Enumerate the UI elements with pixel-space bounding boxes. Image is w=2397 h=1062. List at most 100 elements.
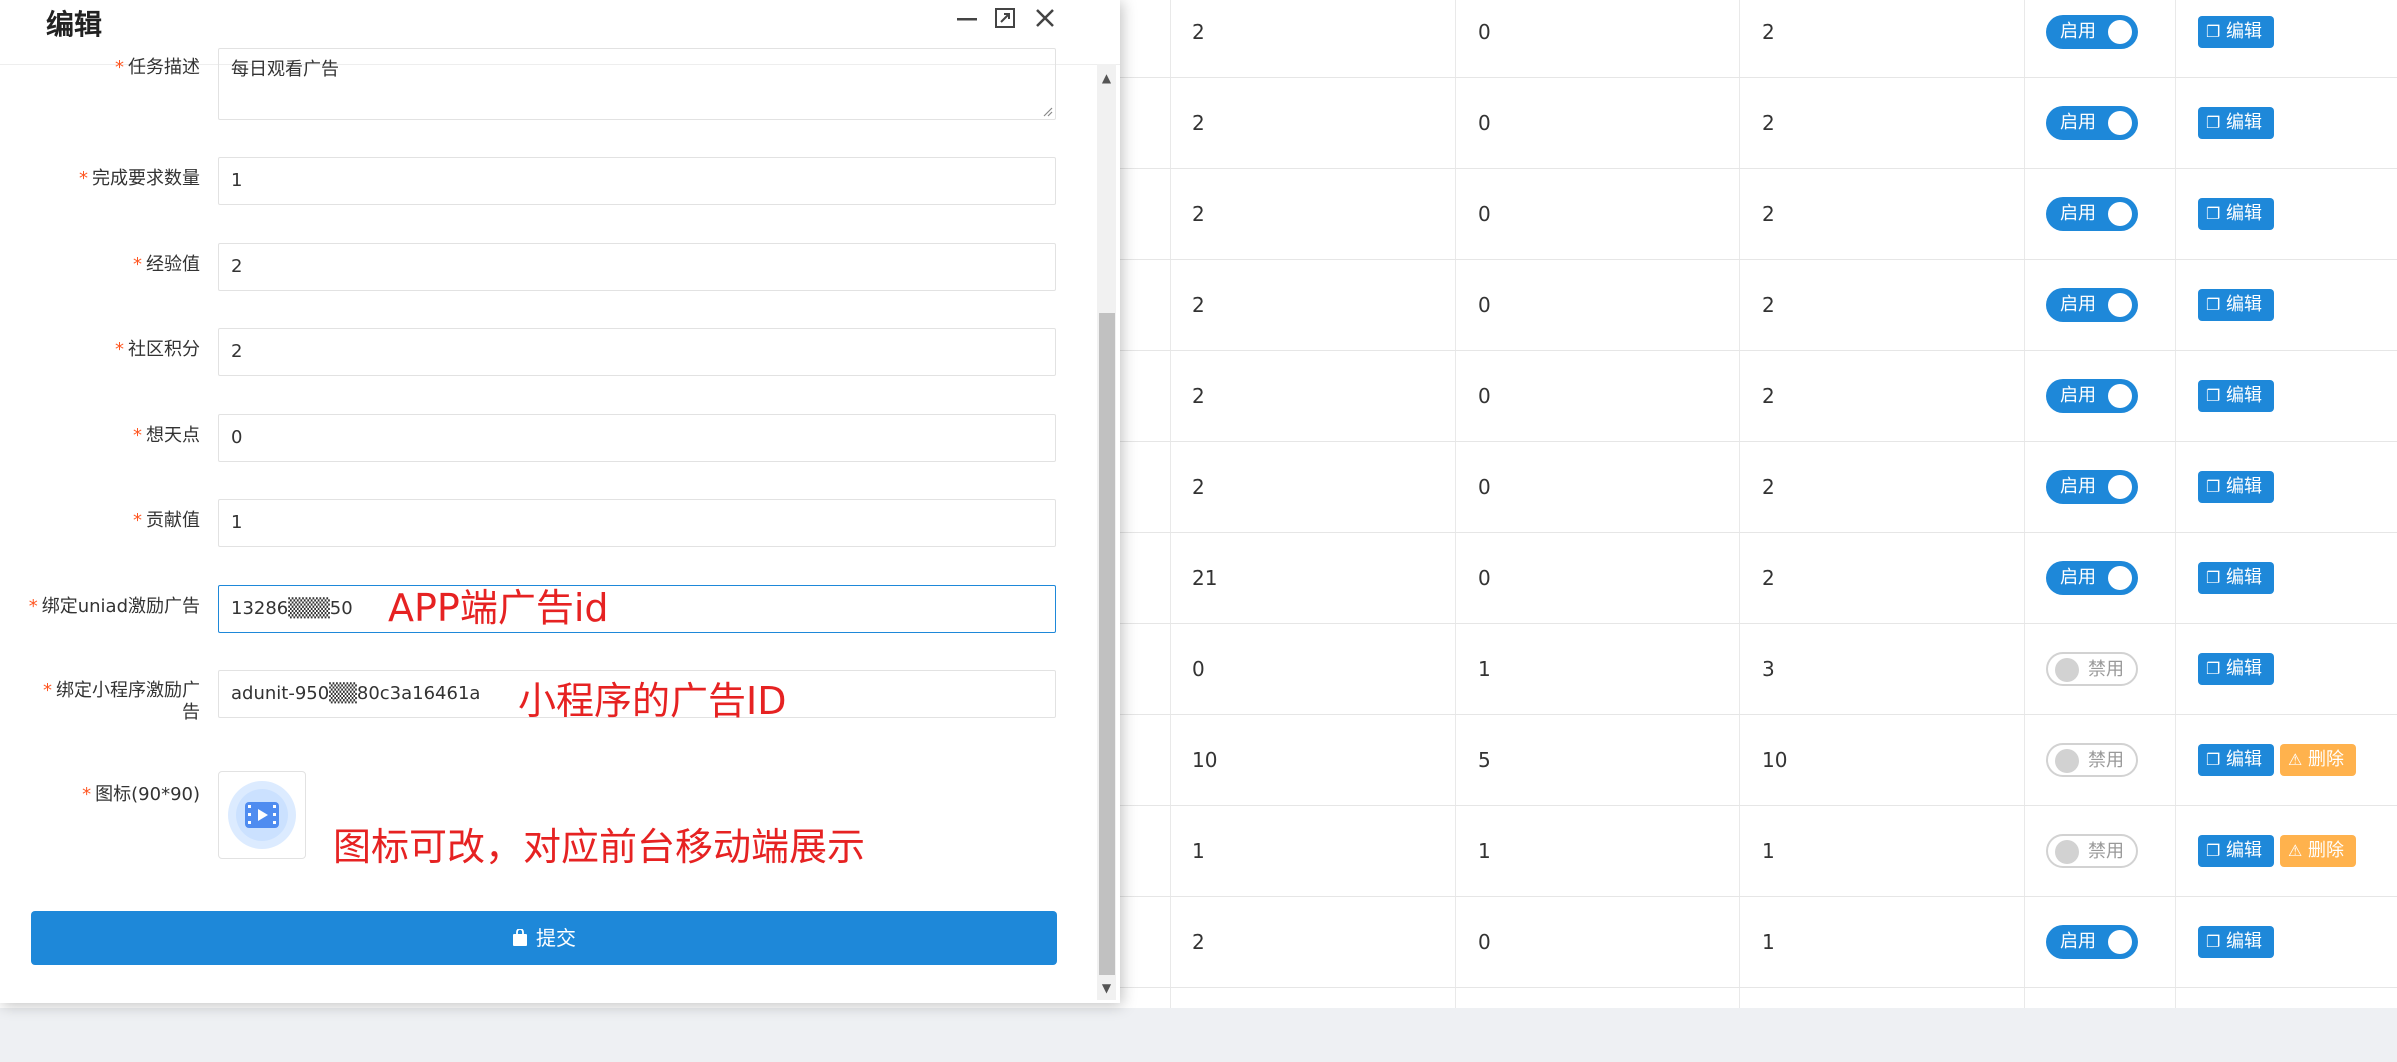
cell-value: 0 [1478, 474, 1491, 499]
uniad-ad-input[interactable]: 13286▒▒▒50 [218, 585, 1056, 633]
cell-value: 0 [1478, 110, 1491, 135]
cell-value: 2 [1192, 201, 1205, 226]
button-label: 删除 [2308, 748, 2344, 770]
edit-button[interactable]: ❐ 编辑 [2198, 743, 2274, 776]
contribution-input[interactable]: 1 [218, 499, 1056, 547]
experience-input[interactable]: 2 [218, 243, 1056, 291]
status-toggle[interactable]: 启用 [2046, 378, 2138, 413]
button-label: 编辑 [2226, 384, 2262, 406]
cell-value: 5 [1478, 747, 1491, 772]
copy-icon: ❐ [2206, 112, 2221, 132]
annotation-app-ad: APP端广告id [388, 586, 609, 630]
annotation-icon-note: 图标可改，对应前台移动端展示 [333, 825, 866, 869]
edit-button[interactable]: ❐ 编辑 [2198, 925, 2274, 958]
cell-value: 10 [1762, 747, 1788, 772]
dialog-title: 编辑 [46, 8, 103, 41]
scrollbar-thumb[interactable] [1099, 313, 1115, 975]
status-toggle[interactable]: 启用 [2046, 14, 2138, 49]
status-toggle[interactable]: 禁用 [2046, 742, 2138, 777]
delete-button[interactable]: ⚠ 删除 [2280, 834, 2356, 867]
status-toggle[interactable]: 启用 [2046, 105, 2138, 140]
cell-value: 1 [1478, 656, 1491, 681]
button-label: 编辑 [2226, 202, 2262, 224]
cell-value: 2 [1192, 474, 1205, 499]
task-description-text: 每日观看广告 [231, 59, 339, 80]
required-count-input[interactable]: 1 [218, 157, 1056, 205]
cell-value: 2 [1762, 201, 1775, 226]
copy-icon: ❐ [2206, 476, 2221, 496]
maximize-icon[interactable] [990, 6, 1020, 36]
field-label-icon: * 图标(90*90) [82, 784, 200, 805]
copy-icon: ❐ [2206, 385, 2221, 405]
status-toggle[interactable]: 启用 [2046, 287, 2138, 322]
button-label: 编辑 [2226, 930, 2262, 952]
edit-button[interactable]: ❐ 编辑 [2198, 15, 2274, 48]
edit-button[interactable]: ❐ 编辑 [2198, 470, 2274, 503]
delete-button[interactable]: ⚠ 删除 [2280, 743, 2356, 776]
toggle-label: 启用 [2060, 293, 2096, 315]
cell-value: 2 [1762, 474, 1775, 499]
field-label-required-count: * 完成要求数量 [79, 168, 200, 189]
cell-value: 2 [1192, 383, 1205, 408]
copy-icon: ❐ [2206, 840, 2221, 860]
status-toggle[interactable]: 启用 [2046, 469, 2138, 504]
toggle-label: 启用 [2060, 202, 2096, 224]
edit-button[interactable]: ❐ 编辑 [2198, 288, 2274, 321]
warning-icon: ⚠ [2288, 749, 2303, 769]
edit-button[interactable]: ❐ 编辑 [2198, 834, 2274, 867]
cell-value: 2 [1762, 292, 1775, 317]
cell-value: 0 [1478, 929, 1491, 954]
close-icon[interactable] [1030, 6, 1060, 36]
cell-value: 1 [1478, 838, 1491, 863]
cell-value: 3 [1762, 656, 1775, 681]
edit-button[interactable]: ❐ 编辑 [2198, 197, 2274, 230]
button-label: 编辑 [2226, 839, 2262, 861]
copy-icon: ❐ [2206, 749, 2221, 769]
status-toggle[interactable]: 禁用 [2046, 833, 2138, 868]
edit-button[interactable]: ❐ 编辑 [2198, 652, 2274, 685]
resize-handle-icon[interactable] [1041, 105, 1053, 117]
status-toggle[interactable]: 启用 [2046, 196, 2138, 231]
copy-icon: ❐ [2206, 21, 2221, 41]
status-toggle[interactable]: 启用 [2046, 924, 2138, 959]
status-toggle[interactable]: 启用 [2046, 560, 2138, 595]
annotation-mini-ad: 小程序的广告ID [518, 679, 787, 723]
edit-dialog: 编辑 * 任务描述 每日观看广告 * 完成要求数量 1 * 经验值 2 * 社区积分 2… [0, 0, 1120, 1003]
copy-icon: ❐ [2206, 658, 2221, 678]
cell-value: 0 [1478, 19, 1491, 44]
community-points-input[interactable]: 2 [218, 328, 1056, 376]
toggle-knob [2108, 565, 2132, 590]
cell-value: 2 [1192, 19, 1205, 44]
field-label-community-points: * 社区积分 [115, 339, 200, 360]
toggle-knob [2108, 19, 2132, 44]
field-label-mini-program-ad: * 绑定小程序激励广告 [43, 680, 200, 723]
toggle-knob [2055, 839, 2079, 864]
toggle-knob [2108, 292, 2132, 317]
bag-icon [513, 928, 527, 946]
toggle-knob [2108, 110, 2132, 135]
edit-button[interactable]: ❐ 编辑 [2198, 106, 2274, 139]
copy-icon: ❐ [2206, 203, 2221, 223]
xiangtian-points-input[interactable]: 0 [218, 414, 1056, 462]
minimize-icon[interactable] [952, 6, 982, 36]
edit-button[interactable]: ❐ 编辑 [2198, 379, 2274, 412]
button-label: 编辑 [2226, 566, 2262, 588]
copy-icon: ❐ [2206, 294, 2221, 314]
submit-button[interactable]: 提交 [31, 911, 1057, 965]
status-toggle[interactable]: 禁用 [2046, 651, 2138, 686]
toggle-label: 禁用 [2088, 658, 2124, 680]
cell-value: 2 [1192, 929, 1205, 954]
cell-value: 0 [1478, 292, 1491, 317]
scroll-down-icon[interactable]: ▼ [1097, 978, 1116, 998]
button-label: 编辑 [2226, 20, 2262, 42]
cell-value: 0 [1478, 201, 1491, 226]
task-description-textarea[interactable]: 每日观看广告 [218, 48, 1056, 120]
toggle-knob [2108, 383, 2132, 408]
scroll-up-icon[interactable]: ▲ [1097, 68, 1116, 88]
icon-upload[interactable] [218, 771, 306, 859]
cell-value: 0 [1192, 656, 1205, 681]
edit-button[interactable]: ❐ 编辑 [2198, 561, 2274, 594]
cell-value: 2 [1762, 383, 1775, 408]
toggle-knob [2055, 748, 2079, 773]
cell-value: 1 [1192, 838, 1205, 863]
